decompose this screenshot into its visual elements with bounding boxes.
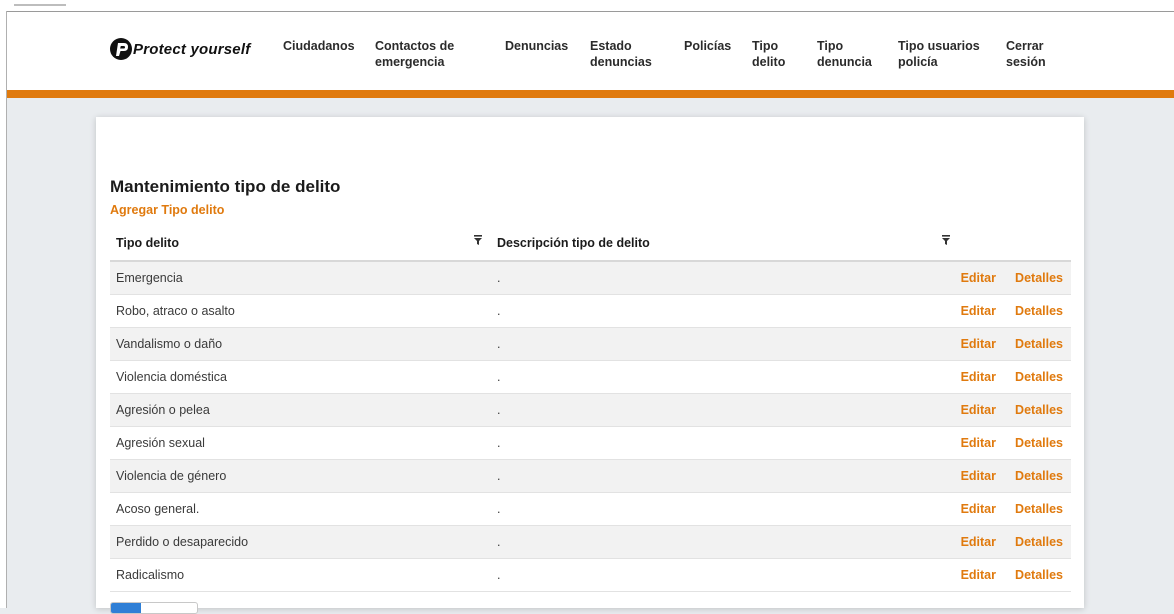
table-row: Agresión sexual. Editar Detalles	[110, 427, 1071, 460]
details-link[interactable]: Detalles	[1015, 568, 1063, 582]
table-row: Emergencia. Editar Detalles	[110, 262, 1071, 295]
nav-label: Estado	[590, 39, 632, 53]
descripcion-cell: .	[497, 403, 501, 417]
tipo-delito-cell: Violencia doméstica	[116, 370, 227, 384]
table-row: Agresión o pelea. Editar Detalles	[110, 394, 1071, 427]
pagination[interactable]	[110, 602, 198, 614]
nav-ciudadanos[interactable]: Ciudadanos	[283, 38, 355, 54]
filter-icon[interactable]	[473, 232, 483, 245]
browser-frame-top	[0, 0, 1174, 12]
edit-link[interactable]: Editar	[961, 304, 996, 318]
tipo-delito-cell: Violencia de género	[116, 469, 227, 483]
nav-tipo-usuarios-policia[interactable]: Tipo usuarios policía	[898, 38, 980, 70]
tipo-delito-cell: Acoso general.	[116, 502, 200, 516]
details-link[interactable]: Detalles	[1015, 436, 1063, 450]
nav-label: sesión	[1006, 55, 1046, 69]
nav-label: Tipo	[752, 39, 779, 53]
nav-label: emergencia	[375, 55, 445, 69]
frame-mark	[14, 4, 66, 6]
nav-label: delito	[752, 55, 786, 69]
nav-estado-denuncias[interactable]: Estado denuncias	[590, 38, 652, 70]
pagination-active-page[interactable]	[111, 603, 141, 613]
table-row: Radicalismo. Editar Detalles	[110, 559, 1071, 592]
descripcion-cell: .	[497, 502, 501, 516]
table-row: Violencia de género. Editar Detalles	[110, 460, 1071, 493]
table-row: Acoso general.. Editar Detalles	[110, 493, 1071, 526]
edit-link[interactable]: Editar	[961, 469, 996, 483]
table-row: Vandalismo o daño. Editar Detalles	[110, 328, 1071, 361]
edit-link[interactable]: Editar	[961, 502, 996, 516]
table-row: Perdido o desaparecido. Editar Detalles	[110, 526, 1071, 559]
details-link[interactable]: Detalles	[1015, 502, 1063, 516]
descripcion-cell: .	[497, 337, 501, 351]
nav-label: Cerrar	[1006, 39, 1044, 53]
brand-name: Protect yourself	[133, 40, 251, 58]
nav-tipo-delito[interactable]: Tipo delito	[752, 38, 785, 70]
table-row: Robo, atraco o asalto. Editar Detalles	[110, 295, 1071, 328]
tipo-delito-cell: Vandalismo o daño	[116, 337, 223, 351]
tipo-delito-cell: Perdido o desaparecido	[116, 535, 249, 549]
details-link[interactable]: Detalles	[1015, 304, 1063, 318]
edit-link[interactable]: Editar	[961, 370, 996, 384]
tipo-delito-cell: Emergencia	[116, 271, 183, 285]
tipo-delito-cell: Agresión sexual	[116, 436, 205, 450]
nav-label: Denuncias	[505, 39, 569, 53]
page-title: Mantenimiento tipo de delito	[110, 177, 341, 196]
nav-label: denuncia	[817, 55, 872, 69]
descripcion-cell: .	[497, 304, 501, 318]
nav-contactos-emergencia[interactable]: Contactos de emergencia	[375, 38, 454, 70]
nav-denuncias[interactable]: Denuncias	[505, 38, 568, 54]
details-link[interactable]: Detalles	[1015, 337, 1063, 351]
nav-label: Tipo usuarios	[898, 39, 980, 53]
nav-label: Ciudadanos	[283, 39, 355, 53]
shield-p-icon	[110, 38, 132, 60]
edit-link[interactable]: Editar	[961, 403, 996, 417]
edit-link[interactable]: Editar	[961, 535, 996, 549]
details-link[interactable]: Detalles	[1015, 469, 1063, 483]
filter-icon[interactable]	[941, 232, 951, 245]
descripcion-cell: .	[497, 568, 501, 582]
edit-link[interactable]: Editar	[961, 271, 996, 285]
content-card: Mantenimiento tipo de delito Agregar Tip…	[96, 117, 1084, 608]
tipo-delito-cell: Agresión o pelea	[116, 403, 210, 417]
nav-policias[interactable]: Policías	[684, 38, 731, 54]
details-link[interactable]: Detalles	[1015, 535, 1063, 549]
descripcion-cell: .	[497, 271, 501, 285]
accent-bar	[7, 90, 1174, 98]
descripcion-cell: .	[497, 535, 501, 549]
add-tipo-delito-link[interactable]: Agregar Tipo delito	[110, 203, 224, 217]
descripcion-cell: .	[497, 436, 501, 450]
nav-tipo-denuncia[interactable]: Tipo denuncia	[817, 38, 872, 70]
browser-frame-left	[0, 11, 7, 608]
table-row: Violencia doméstica. Editar Detalles	[110, 361, 1071, 394]
nav-label: denuncias	[590, 55, 652, 69]
details-link[interactable]: Detalles	[1015, 403, 1063, 417]
descripcion-cell: .	[497, 469, 501, 483]
tipo-delito-cell: Robo, atraco o asalto	[116, 304, 235, 318]
nav-label: policía	[898, 55, 938, 69]
edit-link[interactable]: Editar	[961, 568, 996, 582]
column-header-tipo-delito[interactable]: Tipo delito	[116, 236, 179, 250]
edit-link[interactable]: Editar	[961, 337, 996, 351]
nav-label: Tipo	[817, 39, 844, 53]
nav-label: Contactos de	[375, 39, 455, 53]
details-link[interactable]: Detalles	[1015, 271, 1063, 285]
nav-cerrar-sesion[interactable]: Cerrar sesión	[1006, 38, 1046, 70]
nav-label: Policías	[684, 39, 732, 53]
brand-logo[interactable]: Protect yourself	[110, 38, 250, 60]
edit-link[interactable]: Editar	[961, 436, 996, 450]
tipo-delito-cell: Radicalismo	[116, 568, 185, 582]
column-header-descripcion[interactable]: Descripción tipo de delito	[497, 236, 650, 250]
details-link[interactable]: Detalles	[1015, 370, 1063, 384]
descripcion-cell: .	[497, 370, 501, 384]
